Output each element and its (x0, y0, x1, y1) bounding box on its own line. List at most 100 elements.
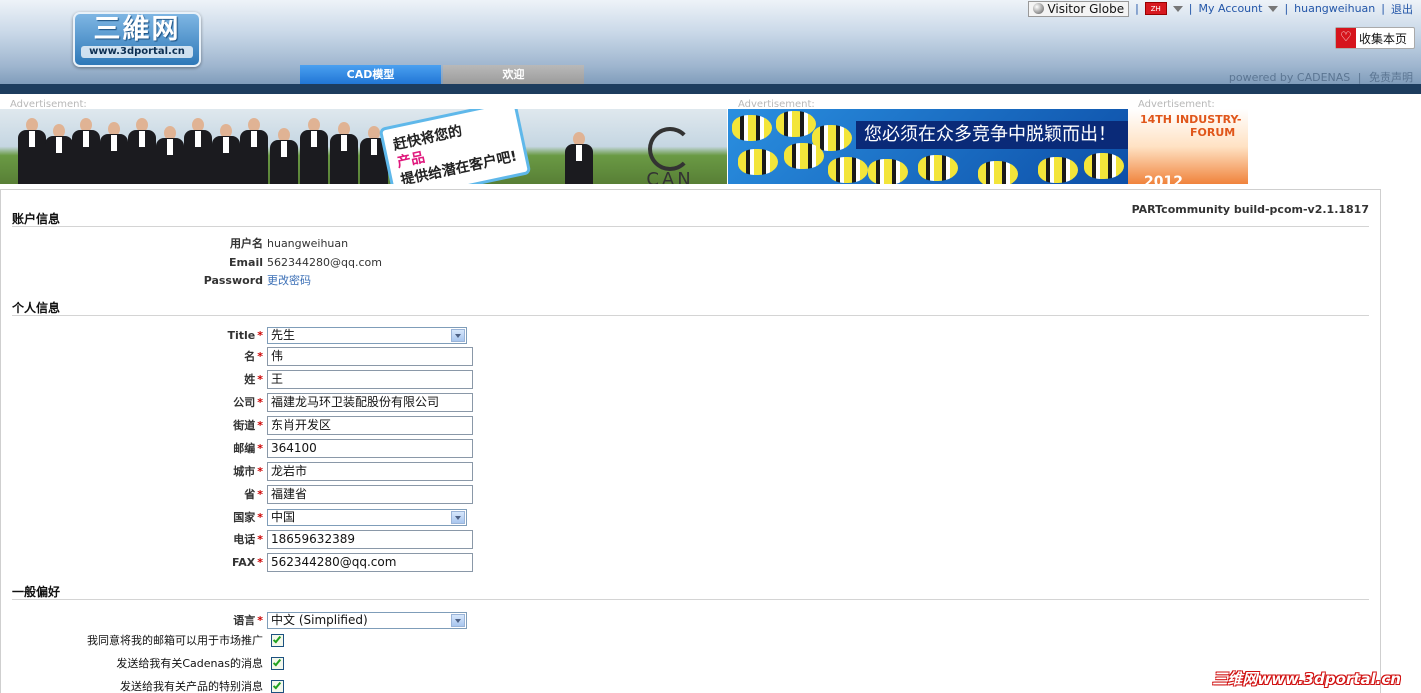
section-title-preferences: 一般偏好 (12, 583, 1369, 600)
ad-speech-bubble: 赶快将您的 产品 提供给潜在客户吧! (378, 109, 532, 184)
ad-banner-industry-forum[interactable]: 14TH INDUSTRY- FORUM 2012 (1128, 109, 1248, 184)
username-row: 用户名 huangweihuan (1, 233, 348, 253)
visitor-globe-button[interactable]: Visitor Globe (1028, 0, 1130, 17)
form-row-fax: FAX * 562344280@qq.com (1, 552, 473, 572)
form-row-first-name: 名 * 伟 (1, 346, 473, 366)
field-label: 公司 * (233, 396, 263, 409)
my-account-link[interactable]: My Account (1199, 2, 1263, 15)
page-header: 三維网 www.3dportal.cn Visitor Globe | ZH |… (0, 0, 1421, 94)
ad-banner-promote-products[interactable]: 赶快将您的 产品 提供给潜在客户吧! CAN (0, 109, 727, 184)
ad-banner-text: 14TH INDUSTRY- FORUM (1140, 113, 1242, 139)
ad-banner-year: 2012 (1144, 174, 1183, 184)
username-link[interactable]: huangweihuan (1294, 2, 1375, 15)
country-select[interactable]: 中国 (267, 508, 467, 526)
checkbox-row-cadenas-news: 发送给我有关Cadenas的消息 (1, 653, 284, 673)
separator: | (1188, 2, 1193, 15)
china-flag-icon[interactable]: ZH (1144, 2, 1167, 15)
form-row-province: 省 * 福建省 (1, 484, 473, 504)
last-name-input[interactable]: 王 (267, 369, 473, 389)
company-input[interactable]: 福建龙马环卫装配股份有限公司 (267, 392, 473, 412)
check-icon (272, 657, 282, 666)
form-row-postcode: 邮编 * 364100 (1, 438, 473, 458)
site-logo[interactable]: 三維网 www.3dportal.cn (73, 12, 201, 67)
postcode-input[interactable]: 364100 (267, 438, 473, 458)
email-row: Email 562344280@qq.com (1, 252, 382, 272)
checkbox-label: 我同意将我的邮箱可以用于市场推广 (87, 634, 263, 647)
field-label: 邮编 * (233, 442, 263, 455)
globe-icon (1033, 3, 1045, 14)
ad-banner-text: 您必须在众多竞争中脱颖而出！ (856, 121, 1128, 149)
phone-input[interactable]: 18659632389 (267, 529, 473, 549)
form-row-street: 街道 * 东肖开发区 (1, 415, 473, 435)
separator: | (1381, 2, 1385, 15)
separator: | (1284, 2, 1289, 15)
disclaimer-link[interactable]: 免责声明 (1369, 71, 1413, 84)
powered-by-text[interactable]: powered by CADENAS (1229, 71, 1350, 84)
cadenas-logo: CAN (640, 127, 700, 184)
ad-banner-stand-out[interactable]: 您必须在众多竞争中脱颖而出！ (728, 109, 1128, 184)
chevron-down-icon[interactable] (451, 613, 465, 627)
chevron-down-icon[interactable] (451, 510, 465, 524)
check-icon (272, 680, 282, 689)
checkbox-row-product-offers: 发送给我有关产品的特别消息 (1, 676, 284, 693)
bookmark-label: 收集本页 (1359, 31, 1408, 46)
form-row-phone: 电话 * 18659632389 (1, 529, 473, 549)
separator: | (1357, 71, 1362, 84)
logout-link[interactable]: 退出 (1391, 1, 1413, 17)
province-input[interactable]: 福建省 (267, 484, 473, 504)
language-select[interactable]: 中文 (Simplified) (267, 611, 467, 629)
logo-url: www.3dportal.cn (81, 46, 193, 58)
main-tabs: CAD模型 欢迎 (300, 65, 584, 85)
checkbox-label: 发送给我有关产品的特别消息 (120, 680, 263, 693)
field-label: 省 * (244, 488, 263, 501)
cadenas-news-checkbox[interactable] (271, 656, 284, 670)
field-label: 国家 * (233, 511, 263, 524)
username-label: 用户名 (230, 237, 263, 250)
title-select[interactable]: 先生 (267, 326, 467, 344)
header-bottom-bar (0, 84, 1421, 94)
field-label: 名 * (244, 350, 263, 363)
top-bar: Visitor Globe | ZH | My Account | huangw… (1028, 0, 1413, 17)
field-label: Title * (227, 328, 263, 342)
email-label: Email (229, 255, 263, 269)
street-input[interactable]: 东肖开发区 (267, 415, 473, 435)
form-row-city: 城市 * 龙岩市 (1, 461, 473, 481)
form-row-title: Title * 先生 (1, 325, 467, 345)
field-label: 城市 * (233, 465, 263, 478)
field-label: FAX * (231, 555, 263, 569)
field-label: 电话 * (233, 533, 263, 546)
first-name-input[interactable]: 伟 (267, 346, 473, 366)
field-label: 姓 * (244, 373, 263, 386)
form-row-last-name: 姓 * 王 (1, 369, 473, 389)
section-title-account: 账户信息 (12, 210, 1369, 227)
profile-panel: PARTcommunity build-pcom-v2.1.1817 账户信息 … (0, 189, 1381, 693)
marketing-checkbox[interactable] (271, 633, 284, 647)
password-label: Password (203, 273, 263, 287)
form-row-language: 语言 * 中文 (Simplified) (1, 610, 467, 630)
checkbox-row-marketing: 我同意将我的邮箱可以用于市场推广 (1, 630, 284, 650)
form-row-company: 公司 * 福建龙马环卫装配股份有限公司 (1, 392, 473, 412)
fax-input[interactable]: 562344280@qq.com (267, 552, 473, 572)
tab-welcome[interactable]: 欢迎 (443, 65, 584, 85)
product-offers-checkbox[interactable] (271, 679, 284, 693)
language-dropdown-icon[interactable] (1172, 5, 1183, 12)
city-input[interactable]: 龙岩市 (267, 461, 473, 481)
change-password-link[interactable]: 更改密码 (267, 272, 311, 288)
field-label: 语言 * (233, 614, 263, 627)
chevron-down-icon[interactable] (451, 328, 465, 342)
tab-cad-models[interactable]: CAD模型 (300, 65, 441, 85)
checkbox-label: 发送给我有关Cadenas的消息 (116, 657, 263, 670)
powered-by: powered by CADENAS | 免责声明 (1225, 69, 1413, 85)
heart-icon: ♡ (1336, 28, 1356, 48)
account-dropdown-icon[interactable] (1268, 5, 1279, 12)
bookmark-button[interactable]: ♡ 收集本页 (1335, 27, 1415, 49)
check-icon (272, 634, 282, 643)
field-label: 街道 * (233, 419, 263, 432)
password-row: Password 更改密码 (1, 270, 311, 290)
email-value: 562344280@qq.com (267, 255, 382, 269)
section-title-personal: 个人信息 (12, 299, 1369, 316)
username-value: huangweihuan (267, 236, 349, 250)
form-row-country: 国家 * 中国 (1, 507, 467, 527)
watermark: 三维网www.3dportal.cn (1212, 670, 1401, 688)
visitor-globe-label: Visitor Globe (1047, 1, 1125, 16)
